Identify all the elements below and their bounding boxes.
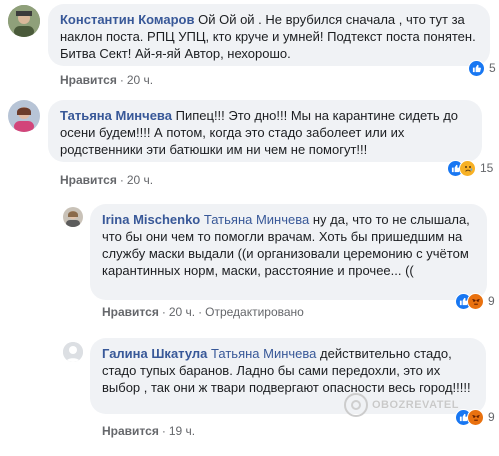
- author-name[interactable]: Irina Mischenko: [102, 212, 200, 227]
- timestamp[interactable]: 20 ч.: [127, 73, 153, 87]
- author-name[interactable]: Галина Шкатула: [102, 346, 207, 361]
- like-reaction-icon: [468, 59, 485, 77]
- watermark-text: OBOZREVATEL: [372, 398, 459, 411]
- reactions-summary[interactable]: 9: [455, 291, 495, 311]
- reaction-count: 15: [480, 160, 494, 175]
- watermark-logo-icon: [344, 393, 368, 417]
- comment-actions: Нравится · 20 ч. · Отредактировано: [102, 305, 304, 319]
- timestamp[interactable]: 20 ч.: [169, 305, 195, 319]
- reactions-summary[interactable]: 9: [455, 407, 495, 427]
- reactions-summary[interactable]: 5: [468, 58, 496, 78]
- avatar[interactable]: [8, 100, 40, 132]
- reaction-count: 5: [489, 60, 496, 75]
- avatar[interactable]: [63, 342, 83, 362]
- user-photo-icon: [63, 207, 83, 227]
- edited-label[interactable]: Отредактировано: [205, 305, 304, 319]
- user-photo-icon: [8, 100, 40, 132]
- like-button[interactable]: Нравится: [102, 305, 159, 319]
- comment-bubble: Константин Комаров Ой Ой ой . Не врубилс…: [48, 4, 490, 66]
- comment-bubble: Татьяна Минчева Пипец!!! Это дно!!! Мы н…: [48, 100, 482, 162]
- reaction-count: 9: [488, 293, 495, 308]
- like-button[interactable]: Нравится: [60, 73, 117, 87]
- comment-actions: Нравится · 19 ч.: [102, 424, 196, 438]
- like-button[interactable]: Нравится: [60, 173, 117, 187]
- sad-reaction-icon: [459, 159, 476, 177]
- angry-reaction-icon: [467, 292, 484, 310]
- comment-bubble: Irina Mischenko Татьяна Минчева ну да, ч…: [90, 204, 487, 300]
- timestamp[interactable]: 20 ч.: [127, 173, 153, 187]
- comment-actions: Нравится · 20 ч.: [60, 73, 154, 87]
- angry-reaction-icon: [467, 408, 484, 426]
- author-name[interactable]: Татьяна Минчева: [60, 108, 172, 123]
- reaction-count: 9: [488, 409, 495, 424]
- watermark: OBOZREVATEL: [344, 393, 459, 417]
- comment-actions: Нравится · 20 ч.: [60, 173, 154, 187]
- author-name[interactable]: Константин Комаров: [60, 12, 194, 27]
- like-button[interactable]: Нравится: [102, 424, 159, 438]
- avatar[interactable]: [8, 5, 40, 37]
- reactions-summary[interactable]: 15: [447, 158, 493, 178]
- avatar[interactable]: [63, 207, 83, 227]
- mention-link[interactable]: Татьяна Минчева: [204, 212, 309, 227]
- timestamp[interactable]: 19 ч.: [169, 424, 195, 438]
- mention-link[interactable]: Татьяна Минчева: [211, 346, 316, 361]
- default-user-icon: [63, 342, 83, 362]
- user-photo-icon: [8, 5, 40, 37]
